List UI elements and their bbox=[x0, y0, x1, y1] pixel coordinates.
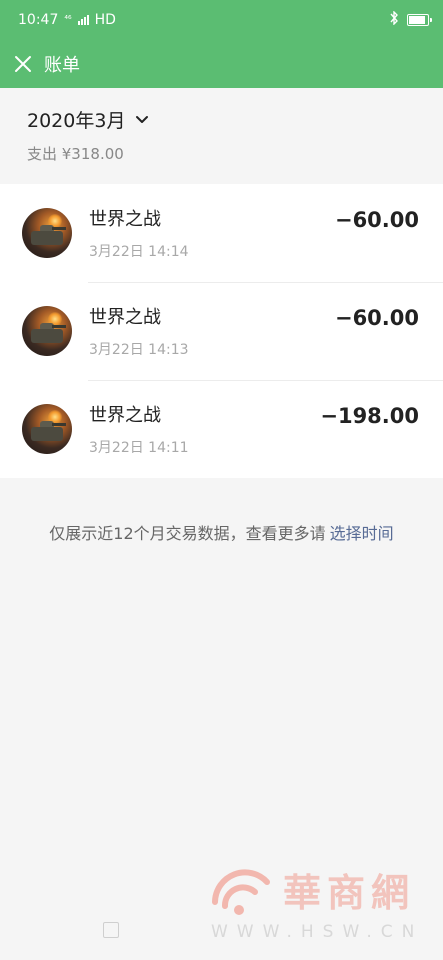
transaction-row[interactable]: 世界之战 3月22日 14:14 −60.00 bbox=[0, 184, 443, 282]
watermark-signal-icon bbox=[212, 869, 270, 915]
app-bar: 账单 bbox=[0, 40, 443, 88]
transaction-list: 世界之战 3月22日 14:14 −60.00 世界之战 3月22日 14:13… bbox=[0, 184, 443, 478]
merchant-avatar bbox=[22, 208, 72, 258]
merchant-avatar bbox=[22, 306, 72, 356]
month-label: 2020年3月 bbox=[27, 110, 126, 132]
merchant-name: 世界之战 bbox=[89, 209, 161, 230]
chevron-down-icon bbox=[136, 115, 149, 123]
month-summary: 2020年3月 支出 ¥318.00 bbox=[0, 88, 443, 174]
transaction-time: 3月22日 14:11 bbox=[89, 440, 189, 456]
status-time: 10:47 bbox=[18, 12, 59, 28]
merchant-avatar bbox=[22, 404, 72, 454]
network-label: HD bbox=[94, 12, 116, 28]
month-selector[interactable]: 2020年3月 bbox=[27, 106, 416, 133]
transaction-info: 世界之战 3月22日 14:14 bbox=[89, 205, 335, 261]
status-bar: 10:47 ⁴⁶ HD bbox=[0, 0, 443, 40]
transaction-amount: −198.00 bbox=[320, 404, 419, 428]
transaction-row[interactable]: 世界之战 3月22日 14:11 −198.00 bbox=[0, 380, 443, 478]
page-title: 账单 bbox=[44, 55, 80, 76]
battery-icon bbox=[407, 14, 432, 26]
merchant-name: 世界之战 bbox=[89, 405, 161, 426]
network-type-label: ⁴⁶ bbox=[64, 15, 72, 25]
transaction-amount: −60.00 bbox=[334, 208, 419, 232]
transaction-time: 3月22日 14:13 bbox=[89, 342, 189, 358]
select-time-link[interactable]: 选择时间 bbox=[330, 524, 394, 543]
transaction-amount: −60.00 bbox=[334, 306, 419, 330]
recent-apps-button[interactable] bbox=[103, 922, 119, 938]
watermark-chars: 華商網 bbox=[283, 870, 416, 915]
history-note-text: 仅展示近12个月交易数据，查看更多请 bbox=[49, 524, 326, 543]
bluetooth-icon bbox=[389, 10, 399, 29]
watermark-url: WWW.HSW.CN bbox=[211, 922, 424, 942]
status-left: 10:47 ⁴⁶ HD bbox=[18, 12, 116, 28]
status-right bbox=[389, 10, 432, 29]
watermark-logo: 華商網 WWW.HSW.CN bbox=[205, 862, 435, 942]
transaction-row[interactable]: 世界之战 3月22日 14:13 −60.00 bbox=[0, 282, 443, 380]
transaction-time: 3月22日 14:14 bbox=[89, 244, 189, 260]
transaction-info: 世界之战 3月22日 14:13 bbox=[89, 303, 335, 359]
expense-total: 支出 ¥318.00 bbox=[27, 145, 124, 163]
transaction-info: 世界之战 3月22日 14:11 bbox=[89, 401, 320, 457]
merchant-name: 世界之战 bbox=[89, 307, 161, 328]
signal-icon bbox=[77, 15, 89, 25]
history-note: 仅展示近12个月交易数据，查看更多请 选择时间 bbox=[0, 520, 443, 544]
close-icon[interactable] bbox=[14, 55, 32, 73]
